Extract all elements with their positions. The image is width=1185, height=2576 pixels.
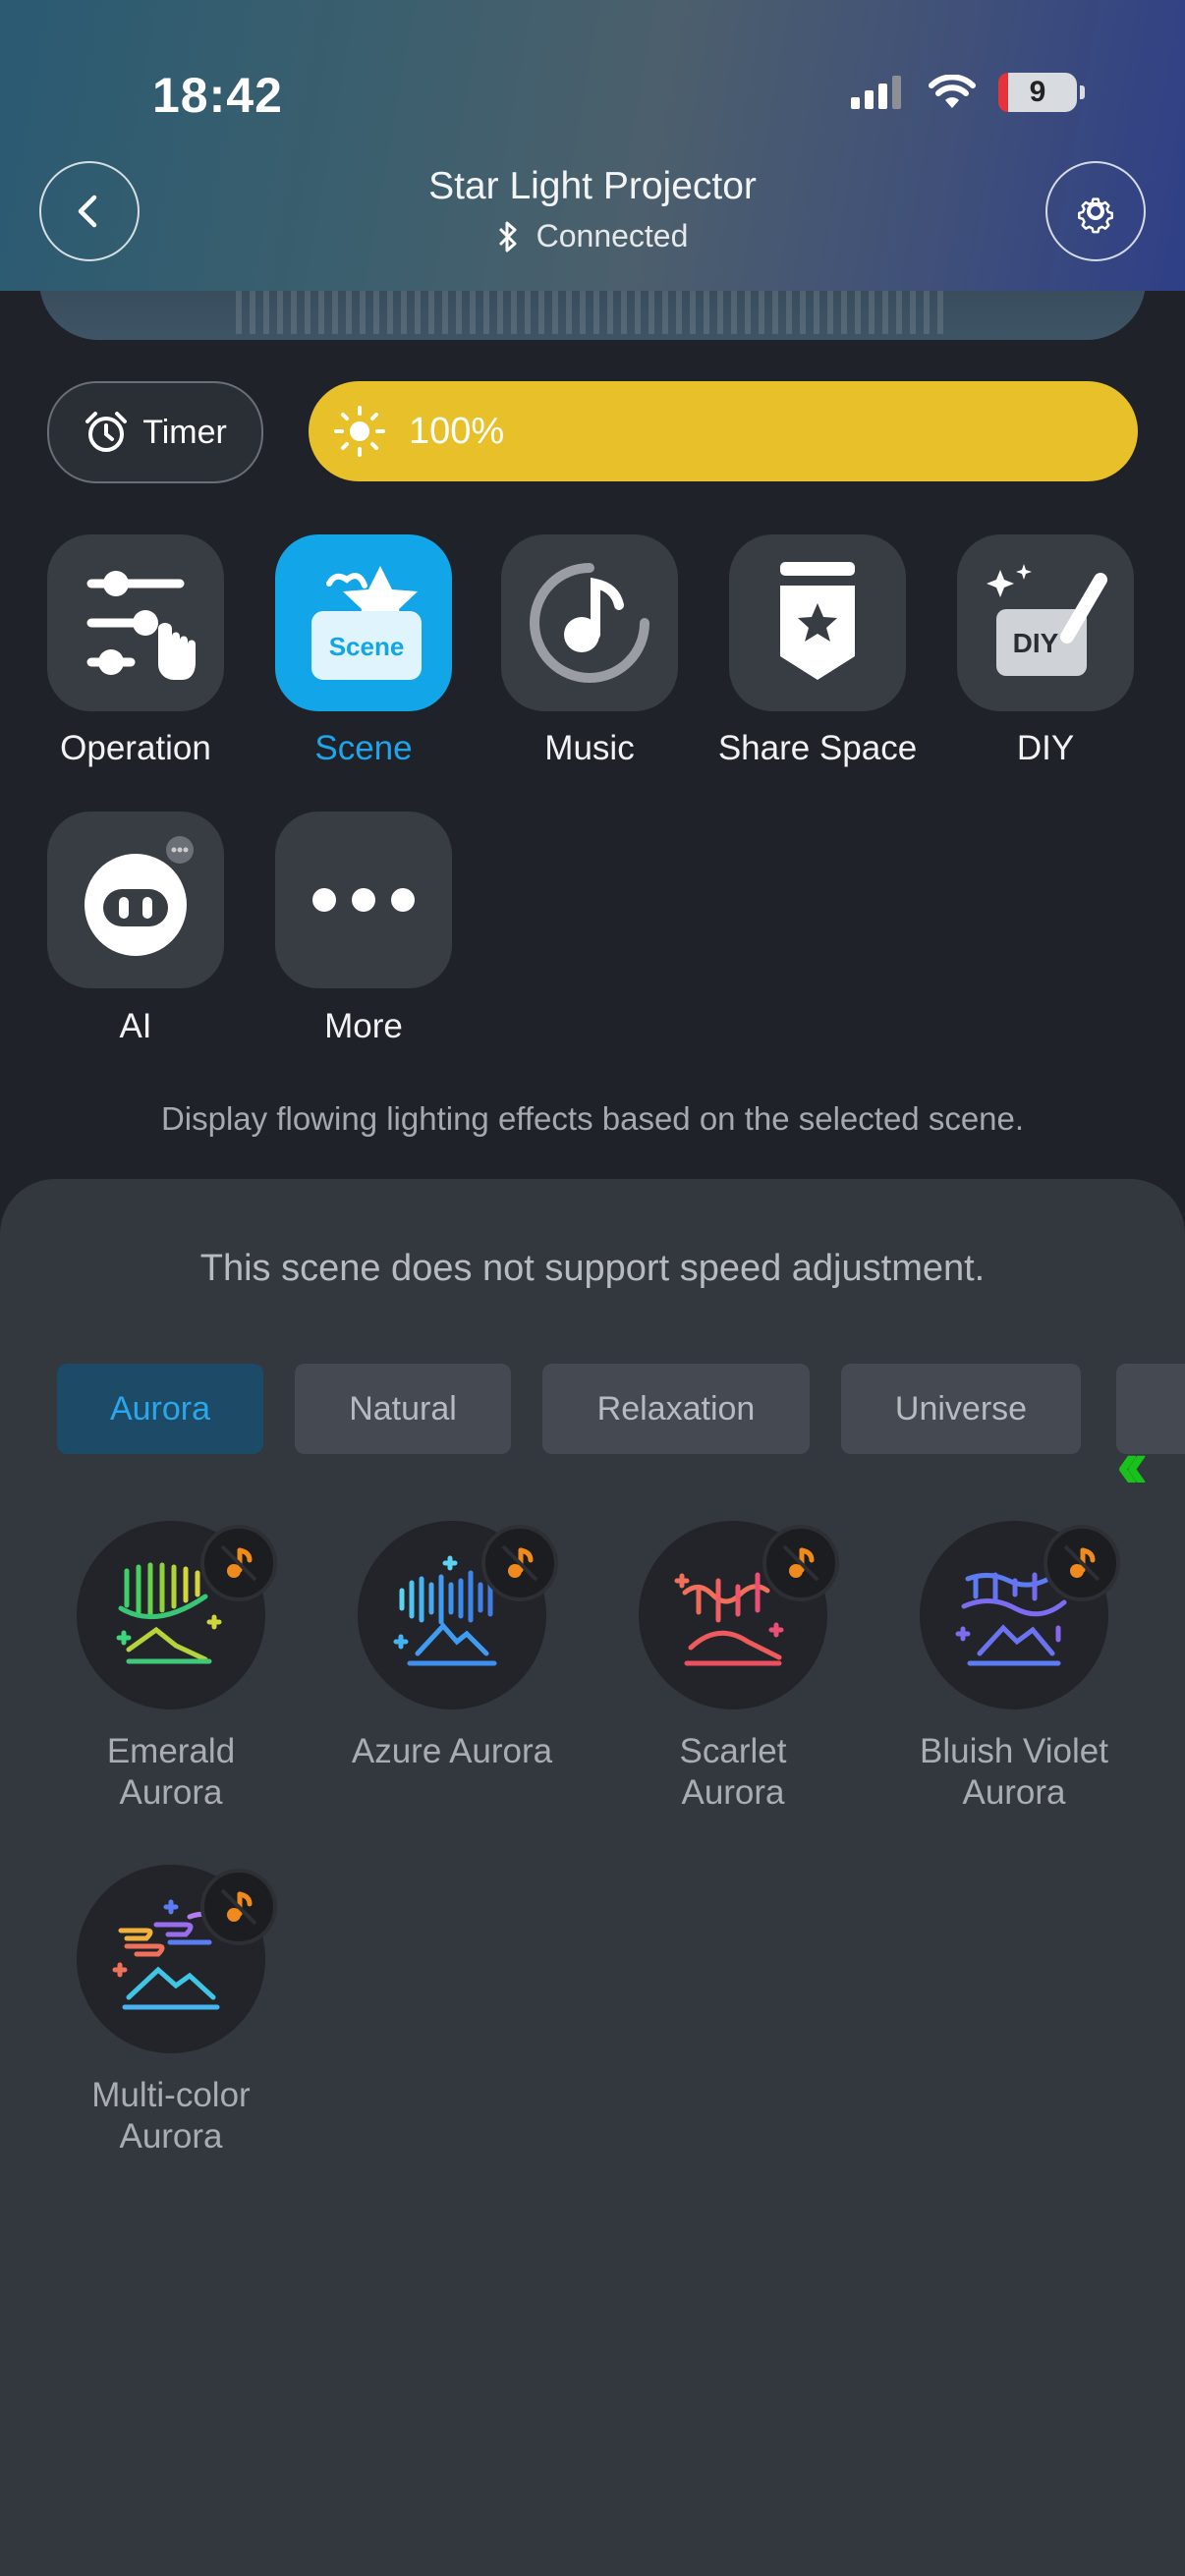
music-label: Music <box>544 729 635 767</box>
scene-item[interactable]: Scarlet Aurora <box>615 1521 851 1814</box>
category-tabs: Aurora Natural Relaxation Universe <box>57 1364 1081 1454</box>
tab-natural[interactable]: Natural <box>295 1364 511 1454</box>
sun-icon <box>334 406 385 457</box>
diy-tile[interactable]: DIY <box>957 534 1134 711</box>
more-label: More <box>324 1007 403 1045</box>
scene-item[interactable]: Multi-color Aurora <box>53 1865 289 2157</box>
connection-status: Connected <box>0 218 1185 254</box>
battery-indicator: 9 <box>998 73 1085 112</box>
tab-universe[interactable]: Universe <box>841 1364 1081 1454</box>
diy-brush-icon: DIY <box>987 564 1107 676</box>
scene-thumbnail <box>920 1521 1120 1709</box>
diy-badge-text: DIY <box>1013 628 1059 658</box>
scene-thumbnail <box>77 1521 277 1709</box>
connection-label: Connected <box>536 218 689 253</box>
scene-label: Azure Aurora <box>334 1731 570 1772</box>
wifi-icon <box>929 75 976 108</box>
bluetooth-icon <box>498 221 517 252</box>
brightness-value: 100% <box>409 410 505 452</box>
share-space-tile[interactable] <box>729 534 906 711</box>
battery-level: 9 <box>1029 76 1046 108</box>
scene-item[interactable]: Bluish Violet Aurora <box>896 1521 1132 1814</box>
robot-face-icon <box>85 836 194 956</box>
scene-thumbnail <box>358 1521 558 1709</box>
music-tile[interactable] <box>501 534 678 711</box>
tab-aurora[interactable]: Aurora <box>57 1364 263 1454</box>
scene-label-line2: Aurora <box>119 2117 223 2156</box>
music-unsupported-icon <box>200 1869 277 1945</box>
scene-description: Display flowing lighting effects based o… <box>160 1100 1025 1137</box>
timer-button[interactable]: Timer <box>47 381 263 483</box>
scene-thumbnail <box>77 1865 277 2053</box>
scene-label: Bluish Violet Aurora <box>896 1731 1132 1814</box>
scene-label: Scene <box>314 729 413 767</box>
settings-button[interactable] <box>1045 161 1146 261</box>
visualizer-bars <box>236 285 949 334</box>
scene-box-icon: Scene <box>311 566 422 680</box>
tab-relaxation[interactable]: Relaxation <box>542 1364 810 1454</box>
scene-label: Multi-color Aurora <box>53 2075 289 2157</box>
alarm-clock-icon <box>85 412 128 452</box>
scene-label-line1: Multi-color <box>91 2076 251 2114</box>
scroll-left-arrow-icon: ‹‹ <box>1116 1426 1148 1502</box>
music-unsupported-icon <box>200 1525 277 1601</box>
gear-icon <box>1078 197 1113 234</box>
sliders-icon <box>86 571 196 680</box>
ai-label: AI <box>119 1007 152 1045</box>
operation-tile[interactable] <box>47 534 224 711</box>
music-unsupported-icon <box>762 1525 839 1601</box>
status-icons: 9 <box>851 73 1085 112</box>
scene-badge-text: Scene <box>329 632 405 661</box>
scene-label-line2: Aurora <box>681 1773 785 1812</box>
more-dots-icon <box>312 888 415 912</box>
scene-label-line1: Scarlet <box>679 1732 787 1770</box>
scene-label: Scarlet Aurora <box>615 1731 851 1814</box>
scene-thumbnail <box>639 1521 839 1709</box>
timer-label: Timer <box>142 413 227 451</box>
status-time: 18:42 <box>152 68 283 123</box>
scene-label-line2: Aurora <box>962 1773 1066 1812</box>
scene-label-line1: Emerald <box>106 1732 236 1770</box>
scene-tile[interactable]: Scene <box>275 534 452 711</box>
share-space-label: Share Space <box>717 729 918 767</box>
diy-label: DIY <box>1016 729 1075 767</box>
ai-tile[interactable] <box>47 812 224 988</box>
scene-label-line1: Azure Aurora <box>351 1732 553 1770</box>
top-header: 18:42 9 Star Light Projector Connected <box>0 0 1185 291</box>
page-title: Star Light Projector <box>428 165 757 207</box>
operation-label: Operation <box>60 729 211 767</box>
music-unsupported-icon <box>481 1525 558 1601</box>
scene-item[interactable]: Emerald Aurora <box>53 1521 289 1814</box>
music-unsupported-icon <box>1044 1525 1120 1601</box>
scene-item[interactable]: Azure Aurora <box>334 1521 570 1772</box>
scene-sheet: This scene does not support speed adjust… <box>0 1179 1185 2576</box>
music-disc-icon <box>530 563 649 683</box>
more-tile[interactable] <box>275 812 452 988</box>
bookmark-star-icon <box>780 562 855 680</box>
scene-label: Emerald Aurora <box>53 1731 289 1814</box>
signal-icon <box>851 76 901 109</box>
speed-note: This scene does not support speed adjust… <box>199 1248 986 1289</box>
scene-label-line1: Bluish Violet <box>920 1732 1108 1770</box>
brightness-slider[interactable]: 100% <box>309 381 1138 481</box>
scene-label-line2: Aurora <box>119 1773 223 1812</box>
